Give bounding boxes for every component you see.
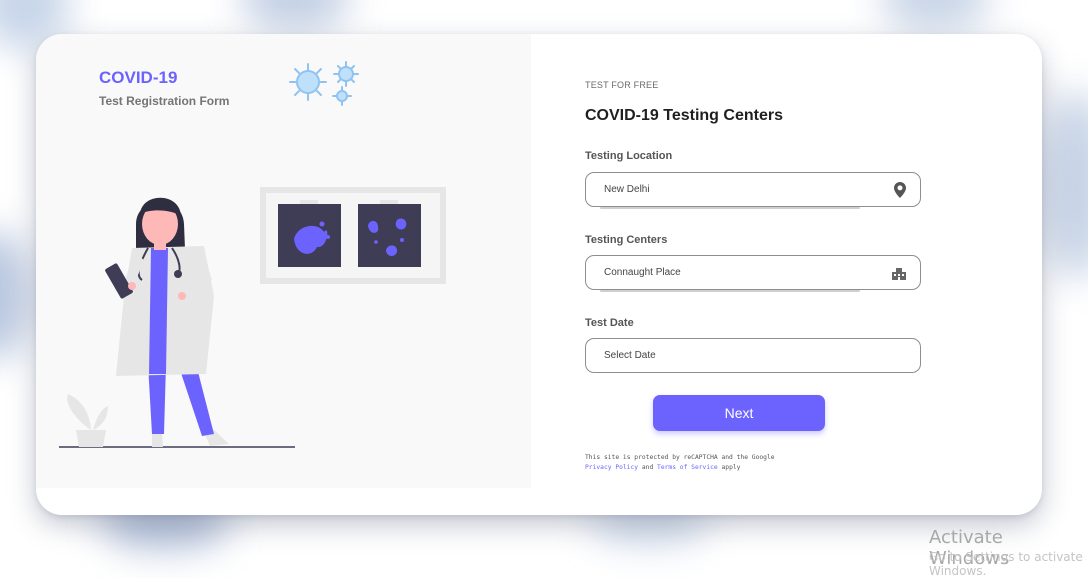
testing-centers-label: Testing Centers xyxy=(585,234,668,246)
registration-card: COVID-19 Test Registration Form TEST FOR… xyxy=(36,34,1042,515)
recaptcha-notice: This site is protected by reCAPTCHA and … xyxy=(585,453,775,473)
activate-windows-hint: Go to Settings to activate Windows. xyxy=(929,550,1083,578)
illustration-panel: COVID-19 Test Registration Form xyxy=(36,34,531,488)
testing-centers-value: Connaught Place xyxy=(604,267,681,278)
form-eyebrow: TEST FOR FREE xyxy=(585,80,659,90)
map-pin-icon xyxy=(894,182,906,198)
field-underline xyxy=(600,290,860,292)
testing-location-value: New Delhi xyxy=(604,184,650,195)
testing-location-field[interactable]: New Delhi xyxy=(585,172,921,209)
terms-of-service-link[interactable]: Terms of Service xyxy=(657,464,718,471)
recaptcha-text: This site is protected by reCAPTCHA and … xyxy=(585,454,775,461)
building-icon xyxy=(892,268,906,280)
testing-location-label: Testing Location xyxy=(585,150,673,162)
background-blob xyxy=(0,230,30,360)
test-date-label: Test Date xyxy=(585,317,634,329)
form-heading: COVID-19 Testing Centers xyxy=(585,107,783,124)
and-text: and xyxy=(641,464,654,471)
test-date-field[interactable]: Select Date xyxy=(585,338,921,373)
testing-centers-field[interactable]: Connaught Place xyxy=(585,255,921,292)
test-date-placeholder: Select Date xyxy=(604,350,656,361)
apply-text: apply xyxy=(721,464,741,471)
next-button[interactable]: Next xyxy=(653,395,825,431)
field-underline xyxy=(600,207,860,209)
background-blob xyxy=(1040,90,1088,280)
background-blob xyxy=(240,0,350,30)
doctor-illustration xyxy=(59,187,446,448)
registration-form: TEST FOR FREE COVID-19 Testing Centers T… xyxy=(585,34,1005,515)
background-blob xyxy=(880,0,990,30)
privacy-policy-link[interactable]: Privacy Policy xyxy=(585,464,638,471)
